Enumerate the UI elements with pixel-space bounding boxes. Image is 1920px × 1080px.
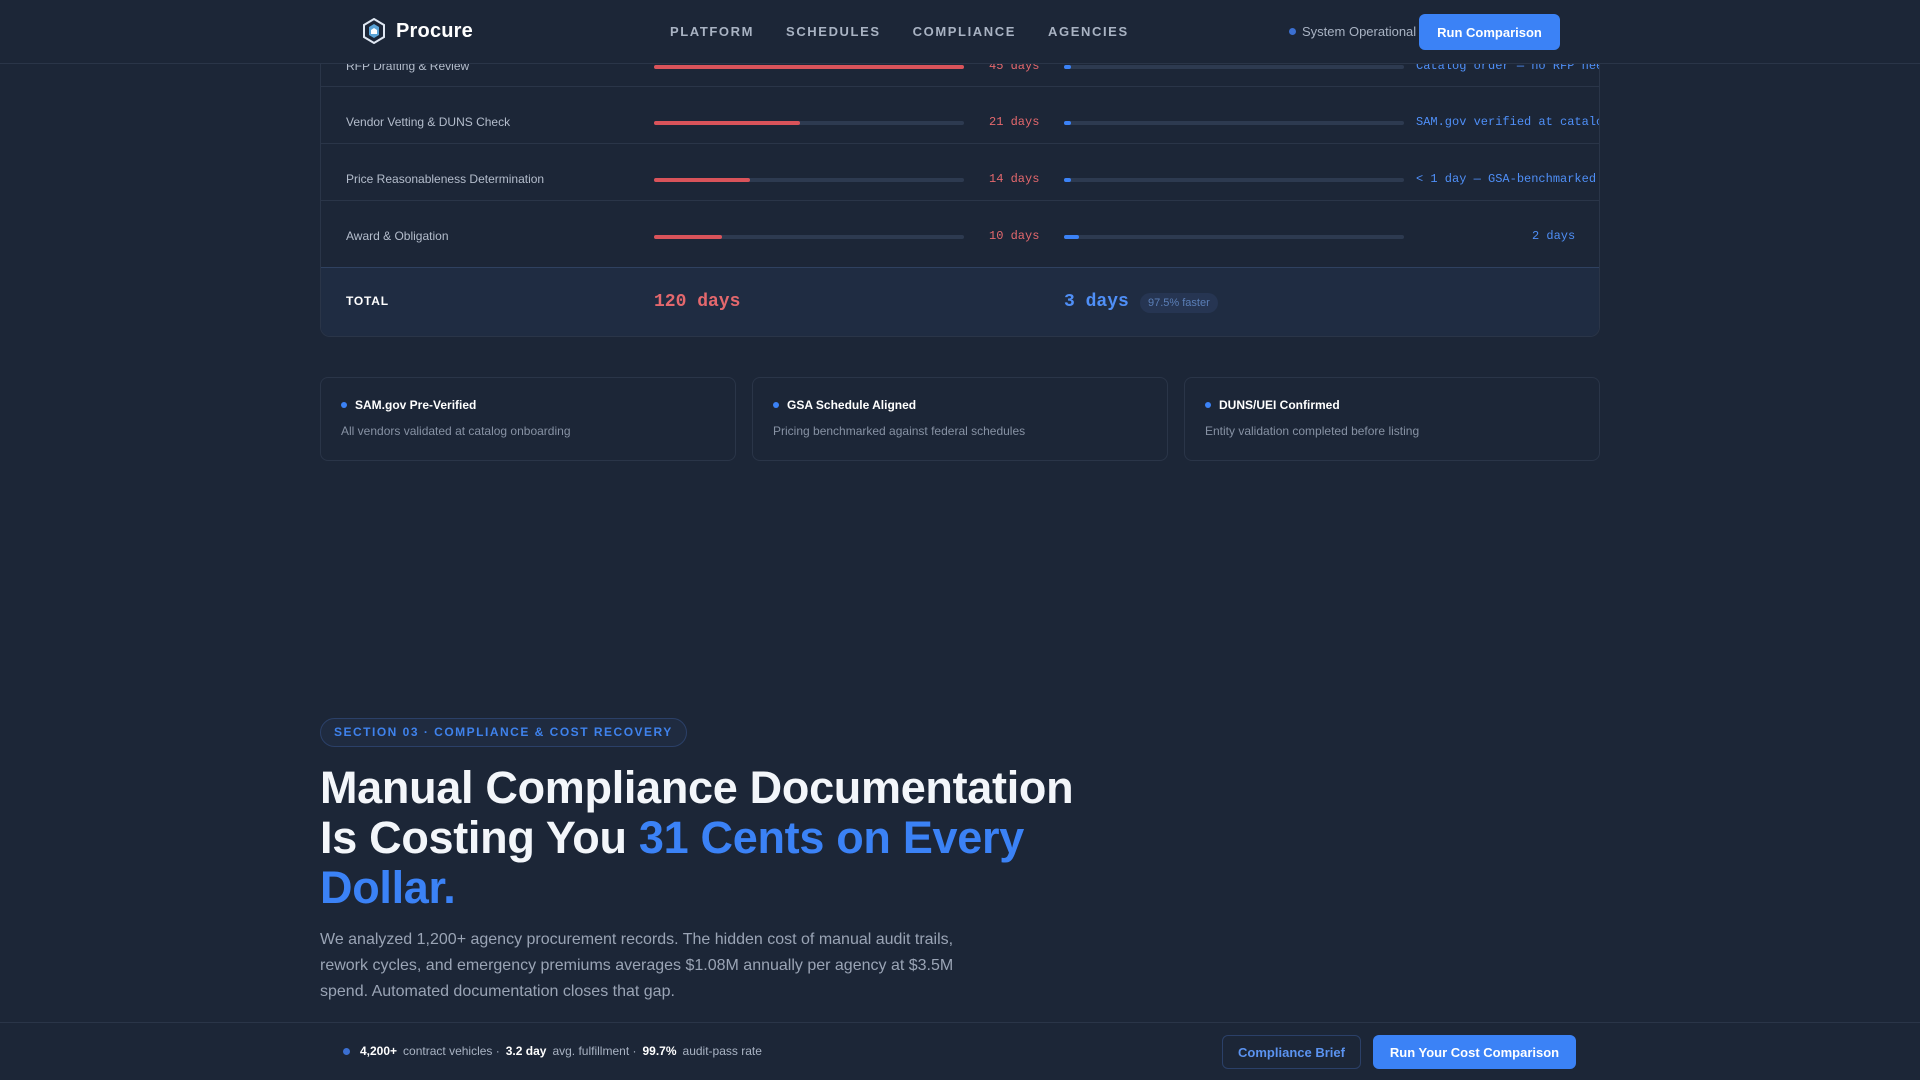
traditional-bar xyxy=(654,121,964,125)
run-cost-comparison-button[interactable]: Run Your Cost Comparison xyxy=(1373,1035,1576,1069)
procure-bar-fill xyxy=(1064,65,1071,69)
nav-link-compliance[interactable]: COMPLIANCE xyxy=(913,24,1016,39)
section-label: SECTION 03 · COMPLIANCE & COST RECOVERY xyxy=(320,718,687,747)
sticky-cta-bar: 4,200+ contract vehicles · 3.2 day avg. … xyxy=(0,1022,1920,1080)
stats-strip: 4,200+ contract vehicles · 3.2 day avg. … xyxy=(343,1044,762,1058)
stat-value: 3.2 day xyxy=(505,1044,547,1058)
procure-note: 2 days xyxy=(1532,229,1576,243)
bullet-dot-icon xyxy=(1205,402,1211,408)
feature-card-title: SAM.gov Pre-Verified xyxy=(341,398,476,412)
total-label: TOTAL xyxy=(346,294,389,308)
section-lead: We analyzed 1,200+ agency procurement re… xyxy=(320,931,954,1000)
stat-value: 4,200+ xyxy=(360,1044,398,1058)
faster-badge: 97.5% faster xyxy=(1140,293,1218,313)
procure-bar-fill xyxy=(1064,235,1080,239)
timeline-comparison-table: RFP Drafting & Review 45 days Catalog or… xyxy=(320,30,1600,337)
nav-link-schedules[interactable]: SCHEDULES xyxy=(786,24,881,39)
procure-bar xyxy=(1064,178,1404,182)
nav-link-platform[interactable]: PLATFORM xyxy=(670,24,754,39)
traditional-days: 21 days xyxy=(989,115,1040,129)
section-headline: Manual Compliance Documentation Is Costi… xyxy=(320,763,1100,913)
main-nav: PLATFORM SCHEDULES COMPLIANCE AGENCIES xyxy=(670,24,1129,39)
procure-note: < 1 day — GSA-benchmarked xyxy=(1416,172,1597,186)
status-dot-icon xyxy=(343,1047,350,1055)
brand-name: Procure xyxy=(396,19,473,42)
row-label: Award & Obligation xyxy=(346,229,449,243)
feature-card: SAM.gov Pre-Verified All vendors validat… xyxy=(320,377,736,461)
stat-value: 99.7% xyxy=(642,1044,677,1058)
total-procure: 3 days xyxy=(1064,292,1129,312)
system-status: System Operational xyxy=(1289,24,1416,39)
traditional-bar-fill xyxy=(654,178,751,182)
brand-home-link[interactable]: Procure xyxy=(362,18,473,44)
compliance-brief-button[interactable]: Compliance Brief xyxy=(1222,1035,1361,1069)
traditional-bar xyxy=(654,235,964,239)
feature-card-title-text: SAM.gov Pre-Verified xyxy=(355,398,477,412)
table-row: Price Reasonableness Determination 14 da… xyxy=(321,144,1599,201)
traditional-bar-fill xyxy=(654,121,800,125)
traditional-bar xyxy=(654,65,964,69)
traditional-days: 10 days xyxy=(989,229,1040,243)
top-nav: Procure PLATFORM SCHEDULES COMPLIANCE AG… xyxy=(0,0,1920,64)
feature-card-title-text: GSA Schedule Aligned xyxy=(787,398,917,412)
procure-logo-icon xyxy=(363,18,385,44)
feature-card-desc: All vendors validated at catalog onboard… xyxy=(341,424,571,438)
table-row: Vendor Vetting & DUNS Check 21 days SAM.… xyxy=(321,87,1599,144)
procure-bar xyxy=(1064,121,1404,125)
traditional-bar xyxy=(654,178,964,182)
feature-card-title-text: DUNS/UEI Confirmed xyxy=(1219,398,1340,412)
traditional-bar-fill xyxy=(654,65,964,69)
feature-card-desc: Entity validation completed before listi… xyxy=(1205,424,1420,438)
feature-card-title: GSA Schedule Aligned xyxy=(773,398,916,412)
status-dot-icon xyxy=(1289,28,1296,35)
nav-link-agencies[interactable]: AGENCIES xyxy=(1048,24,1129,39)
procure-bar-fill xyxy=(1064,121,1071,125)
total-row: TOTAL 120 days 3 days 97.5% faster xyxy=(321,267,1599,336)
total-traditional: 120 days xyxy=(654,292,741,312)
page: RFP Drafting & Review 45 days Catalog or… xyxy=(0,0,1920,1080)
row-label: Price Reasonableness Determination xyxy=(346,172,545,186)
feature-card: GSA Schedule Aligned Pricing benchmarked… xyxy=(752,377,1168,461)
procure-bar xyxy=(1064,235,1404,239)
stat-label: avg. fulfillment · xyxy=(552,1044,637,1058)
stat-label: contract vehicles · xyxy=(403,1044,500,1058)
status-text: System Operational xyxy=(1302,24,1417,39)
feature-card: DUNS/UEI Confirmed Entity validation com… xyxy=(1184,377,1600,461)
stat-label: audit-pass rate xyxy=(682,1044,762,1058)
bullet-dot-icon xyxy=(773,402,779,408)
traditional-bar-fill xyxy=(654,235,723,239)
feature-card-desc: Pricing benchmarked against federal sche… xyxy=(773,424,1026,438)
bullet-dot-icon xyxy=(341,402,347,408)
table-row: Award & Obligation 10 days 2 days xyxy=(321,201,1599,258)
traditional-days: 14 days xyxy=(989,172,1040,186)
procure-bar xyxy=(1064,65,1404,69)
row-label: Vendor Vetting & DUNS Check xyxy=(346,115,511,129)
feature-card-title: DUNS/UEI Confirmed xyxy=(1205,398,1340,412)
run-comparison-button[interactable]: Run Comparison xyxy=(1419,14,1560,50)
procure-note: SAM.gov verified at catalog onboarding xyxy=(1416,115,1599,129)
procure-bar-fill xyxy=(1064,178,1071,182)
